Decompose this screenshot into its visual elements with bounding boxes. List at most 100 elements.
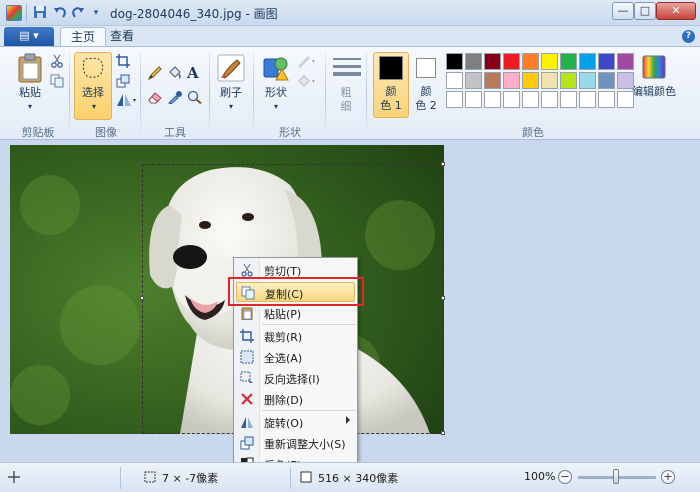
palette-swatch[interactable] bbox=[598, 72, 615, 89]
group-divider bbox=[325, 52, 326, 136]
paste-button[interactable]: 粘贴 bbox=[16, 86, 44, 100]
eraser-icon[interactable] bbox=[147, 90, 163, 107]
palette-swatch[interactable] bbox=[446, 53, 463, 70]
paint-app-icon[interactable] bbox=[6, 5, 22, 21]
palette-swatch[interactable] bbox=[522, 91, 539, 108]
palette-swatch[interactable] bbox=[522, 72, 539, 89]
text-tool-icon[interactable]: A bbox=[187, 64, 199, 82]
palette-swatch[interactable] bbox=[617, 91, 634, 108]
status-bar: 7 × -7像素 516 × 340像素 100% − + bbox=[0, 462, 700, 492]
menu-item-paste[interactable]: 粘贴(P) bbox=[236, 303, 355, 323]
palette-swatch[interactable] bbox=[598, 53, 615, 70]
save-icon[interactable] bbox=[32, 5, 48, 21]
selection-handle[interactable] bbox=[441, 431, 445, 435]
chevron-down-icon[interactable]: ▾ bbox=[88, 5, 104, 21]
palette-swatch[interactable] bbox=[598, 91, 615, 108]
magnifier-icon[interactable] bbox=[187, 90, 203, 107]
brushes-button[interactable]: 刷子 bbox=[215, 86, 247, 100]
palette-swatch[interactable] bbox=[560, 72, 577, 89]
paste-icon[interactable] bbox=[16, 53, 44, 86]
palette-swatch[interactable] bbox=[579, 53, 596, 70]
color-picker-icon[interactable] bbox=[167, 90, 183, 107]
palette-swatch[interactable] bbox=[465, 72, 482, 89]
close-button[interactable]: ✕ bbox=[656, 2, 696, 20]
pencil-icon[interactable] bbox=[147, 65, 163, 84]
edit-colors-button[interactable]: 编辑颜色 bbox=[630, 85, 678, 99]
palette-swatch[interactable] bbox=[522, 53, 539, 70]
status-divider bbox=[290, 467, 291, 489]
menu-item-select-all[interactable]: 全选(A) bbox=[236, 347, 355, 367]
redo-icon[interactable] bbox=[70, 5, 86, 21]
palette-swatch[interactable] bbox=[503, 53, 520, 70]
maximize-button[interactable]: □ bbox=[634, 2, 656, 20]
menu-item-crop[interactable]: 裁剪(R) bbox=[236, 326, 355, 346]
selection-handle[interactable] bbox=[441, 162, 445, 166]
outline-icon bbox=[296, 54, 316, 71]
palette-swatch[interactable] bbox=[465, 53, 482, 70]
paste-dropdown-icon[interactable]: ▾ bbox=[24, 100, 36, 114]
brush-icon[interactable] bbox=[217, 54, 245, 85]
minimize-button[interactable]: — bbox=[612, 2, 634, 20]
palette-swatch[interactable] bbox=[541, 53, 558, 70]
ribbon: 粘贴 ▾ 剪贴板 选择 ▾ 图像 A 工具 刷子 ▾ 形状 ▾ 形状 粗 细 颜… bbox=[0, 46, 700, 140]
shapes-dropdown-icon[interactable]: ▾ bbox=[270, 100, 282, 114]
select-dropdown-icon[interactable]: ▾ bbox=[88, 100, 100, 114]
menu-item-invert-selection[interactable]: 反向选择(I) bbox=[236, 368, 355, 388]
copy-icon[interactable] bbox=[50, 74, 64, 91]
menu-item-label: 裁剪(R) bbox=[264, 331, 303, 344]
window-title: dog-2804046_340.jpg - 画图 bbox=[110, 7, 278, 21]
palette-swatch[interactable] bbox=[484, 53, 501, 70]
palette-swatch[interactable] bbox=[560, 91, 577, 108]
color2-label-line2[interactable]: 色 2 bbox=[411, 99, 441, 113]
palette-swatch[interactable] bbox=[617, 53, 634, 70]
size-icon[interactable] bbox=[332, 56, 362, 85]
select-icon[interactable] bbox=[80, 56, 106, 83]
zoom-out-button[interactable]: − bbox=[558, 470, 572, 484]
palette-swatch[interactable] bbox=[503, 72, 520, 89]
palette-swatch[interactable] bbox=[446, 91, 463, 108]
menu-item-resize[interactable]: 重新调整大小(S) bbox=[236, 433, 355, 453]
shapes-icon[interactable] bbox=[262, 54, 290, 85]
palette-swatch[interactable] bbox=[541, 91, 558, 108]
size-label-line2: 细 bbox=[340, 100, 352, 113]
palette-swatch[interactable] bbox=[484, 72, 501, 89]
cut-icon[interactable] bbox=[50, 54, 64, 71]
menu-separator bbox=[262, 410, 356, 411]
undo-icon[interactable] bbox=[52, 5, 68, 21]
zoom-slider-thumb[interactable] bbox=[613, 469, 619, 484]
menu-item-delete[interactable]: 删除(D) bbox=[236, 389, 355, 409]
resize-icon bbox=[240, 436, 254, 450]
palette-swatch[interactable] bbox=[503, 91, 520, 108]
menu-item-rotate[interactable]: 旋转(O) bbox=[236, 412, 355, 432]
file-menu-button[interactable]: ▤ ▾ bbox=[4, 27, 54, 46]
palette-swatch[interactable] bbox=[579, 91, 596, 108]
image-size-icon bbox=[300, 471, 312, 486]
submenu-arrow-icon bbox=[346, 416, 350, 424]
selection-handle[interactable] bbox=[140, 296, 144, 300]
group-divider bbox=[209, 52, 210, 136]
palette-swatch[interactable] bbox=[541, 72, 558, 89]
palette-swatch[interactable] bbox=[465, 91, 482, 108]
rotate-icon[interactable] bbox=[116, 93, 136, 110]
palette-swatch[interactable] bbox=[579, 72, 596, 89]
palette-swatch[interactable] bbox=[446, 72, 463, 89]
color1-label-line1: 颜 bbox=[385, 85, 397, 98]
palette-swatch[interactable] bbox=[617, 72, 634, 89]
menu-item-label: 删除(D) bbox=[264, 394, 304, 407]
shapes-group-label: 形状 bbox=[279, 126, 301, 139]
palette-swatch[interactable] bbox=[560, 53, 577, 70]
color1-swatch bbox=[379, 56, 403, 80]
help-icon[interactable]: ? bbox=[682, 30, 695, 43]
fill-bucket-icon[interactable] bbox=[167, 65, 183, 84]
edit-colors-icon[interactable] bbox=[642, 55, 666, 82]
tab-view[interactable]: 查看 bbox=[100, 27, 144, 47]
resize-icon[interactable] bbox=[116, 74, 130, 91]
color2-swatch[interactable] bbox=[416, 58, 436, 78]
shapes-button[interactable]: 形状 bbox=[260, 86, 292, 100]
zoom-in-button[interactable]: + bbox=[661, 470, 675, 484]
palette-swatch[interactable] bbox=[484, 91, 501, 108]
size-label-line1: 粗 bbox=[340, 86, 352, 99]
brushes-dropdown-icon[interactable]: ▾ bbox=[225, 100, 237, 114]
selection-handle[interactable] bbox=[441, 296, 445, 300]
crop-icon[interactable] bbox=[116, 54, 130, 71]
